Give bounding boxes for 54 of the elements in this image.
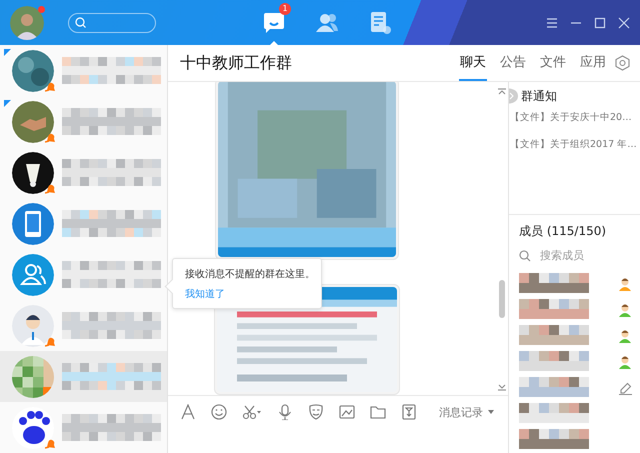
mosaic-drawing [519, 351, 589, 373]
member-search-field[interactable]: 搜索成员 [519, 248, 640, 263]
avatar [12, 356, 54, 398]
avatar [12, 254, 54, 296]
mosaic-drawing [519, 403, 589, 425]
unread-badge: 1 [279, 3, 291, 15]
avatar [12, 100, 54, 142]
notice-item[interactable]: 【文件】关于组织2017 年… [510, 138, 640, 151]
avatar [12, 202, 54, 244]
file-icon[interactable] [401, 404, 417, 420]
search-field[interactable] [68, 12, 156, 32]
caret-icon [488, 410, 494, 414]
notice-title: 群通知 [521, 88, 558, 105]
sticker-icon[interactable] [308, 404, 324, 420]
chat-bubble-icon [262, 11, 286, 34]
voice-icon[interactable] [277, 404, 293, 420]
got-it-link[interactable]: 我知道了 [185, 287, 225, 301]
screenshot-icon[interactable] [242, 404, 262, 420]
avatar [12, 304, 54, 346]
emoji-icon[interactable] [211, 404, 227, 420]
message-history-button[interactable]: 消息记录 [439, 404, 494, 420]
group-title: 十中教师工作群 [180, 52, 292, 74]
tooltip-text: 接收消息不提醒的群在这里。 [185, 268, 316, 281]
owner-person-icon [618, 277, 632, 291]
search-icon [75, 17, 86, 28]
admin-person-icon [618, 303, 632, 317]
profile-avatar[interactable] [10, 6, 44, 40]
folder-icon[interactable] [370, 404, 386, 420]
notice-item[interactable]: 【文件】关于安庆十中20… [510, 111, 640, 124]
pencil-icon[interactable] [619, 382, 632, 394]
people-icon [315, 11, 339, 34]
tab[interactable]: 文件 [539, 45, 567, 81]
mosaic-drawing [519, 273, 589, 295]
tab[interactable]: 应用 [579, 45, 607, 81]
members-title: 成员 (115/150) [519, 223, 608, 240]
search-icon [519, 250, 531, 262]
settings-icon[interactable] [615, 55, 630, 71]
image-icon[interactable] [339, 404, 355, 420]
maximize-icon[interactable] [594, 16, 606, 28]
scroll-bottom-icon[interactable] [498, 384, 506, 391]
avatar [12, 152, 54, 194]
mosaic-drawing [519, 325, 589, 347]
admin-person-icon [618, 329, 632, 343]
admin-person-icon [618, 355, 632, 369]
scrollbar-thumb[interactable] [499, 280, 505, 318]
document-icon [368, 11, 392, 34]
menu-icon[interactable] [546, 16, 558, 28]
font-icon[interactable] [180, 404, 196, 420]
mosaic-drawing [519, 377, 589, 399]
mosaic-drawing [519, 299, 589, 321]
tab[interactable]: 公告 [499, 45, 527, 81]
avatar [12, 50, 54, 92]
scroll-top-icon[interactable] [498, 88, 506, 95]
close-icon[interactable] [618, 16, 630, 28]
